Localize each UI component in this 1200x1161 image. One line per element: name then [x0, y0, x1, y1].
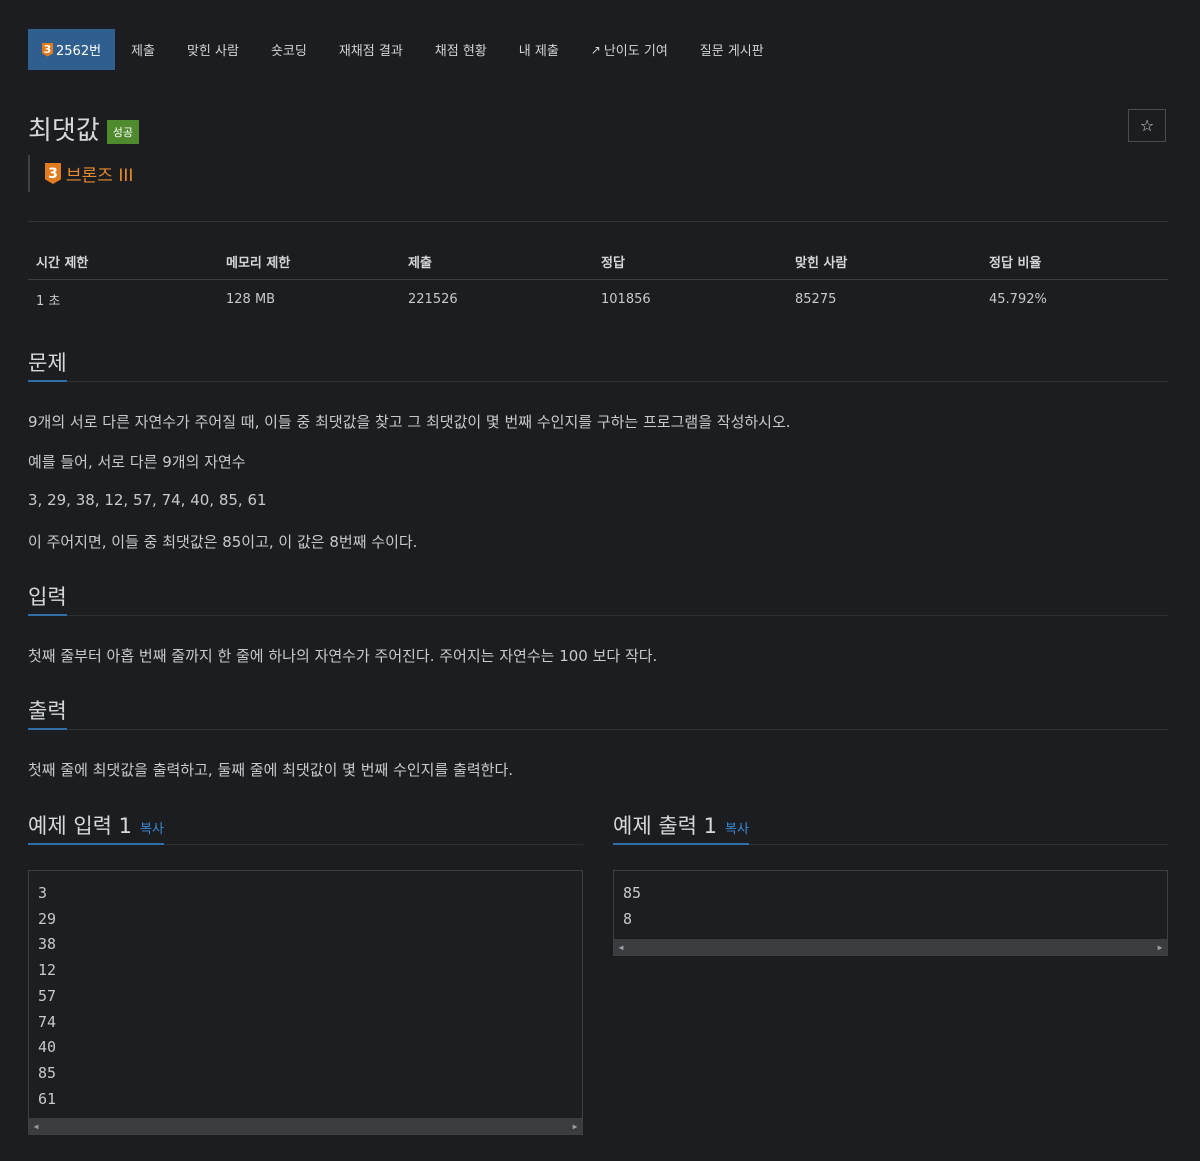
output-description: 첫째 줄에 최댓값을 출력하고, 둘째 줄에 최댓값이 몇 번째 수인지를 출력…	[28, 761, 514, 779]
sample-output-content: 85 8	[614, 871, 1167, 932]
sample-output-heading-wrap: 예제 출력 1 복사	[613, 810, 749, 845]
sample-input-line: 3	[38, 884, 48, 902]
sample-output-box[interactable]: 85 8 ◀ ▶	[613, 870, 1168, 956]
tab-solved-users[interactable]: 맞힌 사람	[171, 29, 255, 70]
header-accepted: 정답	[593, 244, 787, 280]
sample-input-header: 예제 입력 1 복사	[28, 810, 583, 845]
header-accept-rate: 정답 비율	[981, 244, 1168, 280]
output-section-header: 출력	[28, 695, 1168, 730]
sample-input-line: 40	[38, 1038, 57, 1057]
sample-input-box[interactable]: 3 29 38 12 57 74 40 85 61 ◀ ▶	[28, 870, 583, 1135]
copy-output-button[interactable]: 복사	[725, 822, 749, 837]
input-description: 첫째 줄부터 아홉 번째 줄까지 한 줄에 하나의 자연수가 주어진다. 주어지…	[28, 647, 658, 665]
sample-output-line: 85	[623, 884, 642, 902]
sample-output-header: 예제 출력 1 복사	[613, 810, 1168, 845]
status-badge: 성공	[106, 119, 140, 144]
horizontal-scrollbar[interactable]: ◀ ▶	[614, 939, 1167, 955]
sample-input-content: 3 29 38 12 57 74 40 85 61	[29, 871, 582, 1112]
tab-my-submissions[interactable]: 내 제출	[503, 29, 575, 70]
bronze-tier-icon: 3	[45, 163, 61, 184]
tab-question-board[interactable]: 질문 게시판	[684, 29, 780, 70]
sample-input-line: 85	[38, 1063, 57, 1082]
problem-nav-tabs: 3 2562번 제출 맞힌 사람 숏코딩 재채점 결과 채점 현황 내 제출 ↗…	[28, 29, 780, 70]
header-memory-limit: 메모리 제한	[218, 244, 400, 280]
favorite-button[interactable]: ☆	[1128, 109, 1166, 142]
header-solved-users: 맞힌 사람	[787, 244, 981, 280]
problem-description-line: 3, 29, 38, 12, 57, 74, 40, 85, 61	[28, 491, 267, 509]
problem-info-table: 시간 제한 메모리 제한 제출 정답 맞힌 사람 정답 비율 1 초 128 M…	[28, 244, 1168, 319]
scroll-right-icon[interactable]: ▶	[1153, 939, 1167, 955]
scroll-right-icon[interactable]: ▶	[568, 1118, 582, 1134]
sample-output-line: 8	[623, 909, 633, 928]
tab-submit[interactable]: 제출	[115, 29, 171, 70]
time-limit-value: 1 초	[36, 294, 61, 309]
sample-input-line: 38	[38, 935, 57, 954]
input-section-header: 입력	[28, 581, 1168, 616]
title-row: 최댓값 성공	[28, 110, 140, 147]
accept-rate-value: 45.792%	[989, 292, 1047, 307]
tier-label-block: 3 브론즈 III	[28, 155, 133, 192]
star-icon: ☆	[1139, 116, 1155, 135]
sample-input-line: 74	[38, 1012, 57, 1031]
memory-limit-value: 128 MB	[226, 292, 276, 307]
sample-input-line: 61	[38, 1089, 57, 1108]
sample-input-line: 12	[38, 961, 57, 980]
tab-problem-label: 2562번	[56, 44, 102, 59]
tab-difficulty-contribution[interactable]: ↗ 난이도 기여	[575, 29, 684, 70]
bronze-tier-icon: 3	[42, 42, 53, 57]
divider	[28, 221, 1168, 222]
problem-section-header: 문제	[28, 347, 1168, 382]
page-title: 최댓값	[28, 116, 100, 146]
tab-rejudge-results[interactable]: 재채점 결과	[323, 29, 419, 70]
horizontal-scrollbar[interactable]: ◀ ▶	[29, 1118, 582, 1134]
external-link-icon: ↗	[590, 42, 601, 57]
output-heading: 출력	[28, 695, 67, 730]
accepted-value: 101856	[601, 292, 651, 307]
header-time-limit: 시간 제한	[28, 244, 218, 280]
problem-description-line: 9개의 서로 다른 자연수가 주어질 때, 이들 중 최댓값을 찾고 그 최댓값…	[28, 413, 791, 431]
tab-short-coding[interactable]: 숏코딩	[255, 29, 323, 70]
sample-input-line: 29	[38, 909, 57, 928]
tab-problem[interactable]: 3 2562번	[28, 29, 116, 70]
problem-heading: 문제	[28, 347, 67, 382]
scroll-left-icon[interactable]: ◀	[614, 939, 628, 955]
tier-label[interactable]: 브론즈 III	[66, 161, 133, 186]
copy-input-button[interactable]: 복사	[140, 822, 164, 837]
tab-judge-status[interactable]: 채점 현황	[419, 29, 503, 70]
table-row: 1 초 128 MB 221526 101856 85275 45.792%	[28, 280, 1168, 320]
solved-users-value: 85275	[795, 292, 837, 307]
sample-output-heading: 예제 출력 1	[613, 814, 717, 838]
header-submissions: 제출	[400, 244, 593, 280]
scroll-left-icon[interactable]: ◀	[29, 1118, 43, 1134]
tab-difficulty-label: 난이도 기여	[603, 44, 668, 59]
sample-input-line: 57	[38, 986, 57, 1005]
problem-description-line: 이 주어지면, 이들 중 최댓값은 85이고, 이 값은 8번째 수이다.	[28, 533, 418, 551]
submissions-value: 221526	[408, 292, 458, 307]
problem-description-line: 예를 들어, 서로 다른 9개의 자연수	[28, 453, 246, 471]
sample-input-heading: 예제 입력 1	[28, 814, 132, 838]
sample-input-heading-wrap: 예제 입력 1 복사	[28, 810, 164, 845]
input-heading: 입력	[28, 581, 67, 616]
table-header-row: 시간 제한 메모리 제한 제출 정답 맞힌 사람 정답 비율	[28, 244, 1168, 280]
